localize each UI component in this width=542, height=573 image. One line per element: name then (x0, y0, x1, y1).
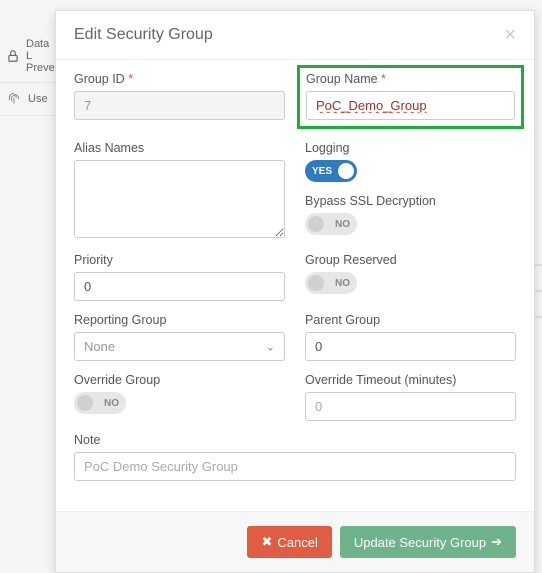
alias-names-input[interactable] (74, 160, 285, 238)
alias-names-label: Alias Names (74, 141, 285, 155)
note-field: Note (74, 433, 516, 481)
priority-label: Priority (74, 253, 285, 267)
lock-icon (6, 48, 20, 64)
bypass-ssl-label: Bypass SSL Decryption (305, 194, 516, 208)
group-name-field: Group Name * (306, 72, 515, 120)
reporting-group-label: Reporting Group (74, 313, 285, 327)
parent-group-label: Parent Group (305, 313, 516, 327)
reporting-group-field: Reporting Group ⌄ (74, 313, 285, 361)
group-reserved-label: Group Reserved (305, 253, 516, 267)
override-group-label: Override Group (74, 373, 285, 387)
alias-names-field: Alias Names (74, 141, 285, 241)
group-reserved-field: Group Reserved NO (305, 253, 516, 294)
background-sidebar: Data LPreve Use (0, 0, 60, 160)
bg-item-data: Data LPreve (0, 30, 60, 83)
modal-title: Edit Security Group (74, 26, 213, 44)
group-reserved-toggle[interactable]: NO (305, 272, 357, 294)
override-timeout-label: Override Timeout (minutes) (305, 373, 516, 387)
edit-security-group-modal: Edit Security Group × Group ID * Group N… (55, 10, 535, 573)
parent-group-input[interactable] (305, 332, 516, 361)
bypass-ssl-field: Bypass SSL Decryption NO (305, 194, 516, 235)
override-group-toggle[interactable]: NO (74, 392, 126, 414)
logging-field: Logging YES (305, 141, 516, 182)
override-group-field: Override Group NO (74, 373, 285, 414)
fingerprint-icon (6, 91, 22, 107)
close-icon: ✖ (261, 534, 272, 550)
bg-item-user: Use (0, 83, 60, 116)
logging-toggle[interactable]: YES (305, 160, 357, 182)
note-label: Note (74, 433, 516, 447)
priority-field: Priority (74, 253, 285, 301)
group-name-input[interactable] (306, 91, 515, 120)
modal-header: Edit Security Group × (56, 11, 534, 60)
group-id-input (74, 91, 285, 120)
close-icon[interactable]: × (504, 25, 516, 45)
group-id-field: Group ID * (74, 72, 285, 120)
note-input[interactable] (74, 452, 516, 481)
group-id-label: Group ID * (74, 72, 285, 86)
override-timeout-input[interactable] (305, 392, 516, 421)
group-name-label: Group Name * (306, 72, 515, 86)
override-timeout-field: Override Timeout (minutes) (305, 373, 516, 421)
arrow-right-icon: ➔ (491, 534, 502, 550)
parent-group-field: Parent Group (305, 313, 516, 361)
logging-label: Logging (305, 141, 516, 155)
priority-input[interactable] (74, 272, 285, 301)
group-name-highlight: Group Name * (297, 65, 524, 129)
reporting-group-select[interactable] (74, 332, 285, 361)
modal-body: Group ID * Group Name * Alias Names (56, 60, 534, 511)
update-security-group-button[interactable]: Update Security Group ➔ (340, 526, 516, 558)
modal-footer: ✖ Cancel Update Security Group ➔ (56, 511, 534, 572)
cancel-button[interactable]: ✖ Cancel (247, 526, 331, 558)
bypass-ssl-toggle[interactable]: NO (305, 213, 357, 235)
